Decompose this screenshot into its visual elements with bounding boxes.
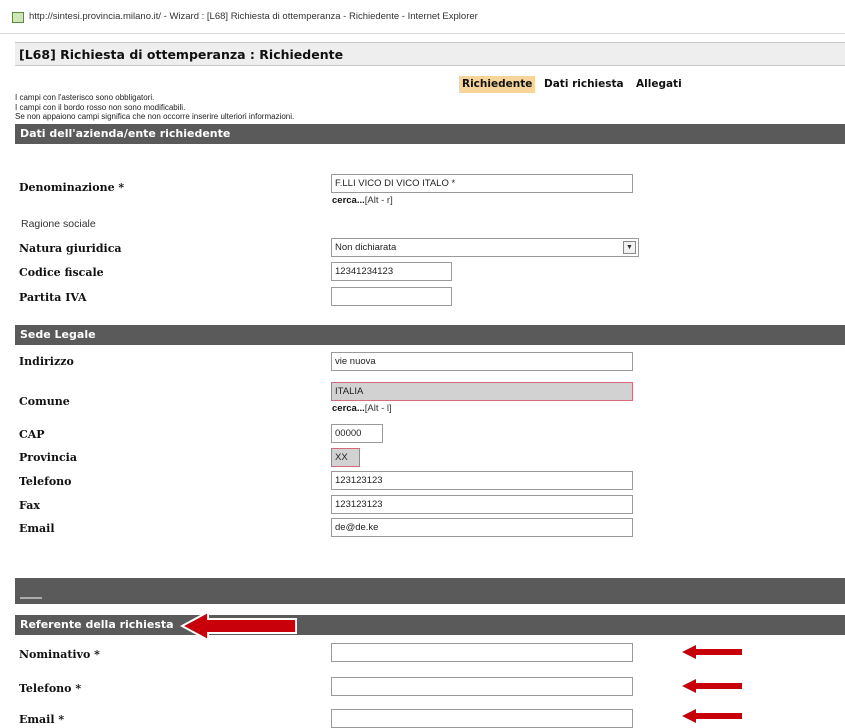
fax-input[interactable]: 123123123 <box>331 495 633 514</box>
cerca-comune: cerca...[Alt - l] <box>332 403 392 414</box>
section-header-sede-legale: Sede Legale <box>15 325 845 345</box>
label-telefono: Telefono <box>19 475 72 488</box>
label-telefono-referente: Telefono * <box>19 682 82 695</box>
cerca-shortcut: [Alt - l] <box>364 403 392 414</box>
label-ragione-sociale: Ragione sociale <box>21 218 96 230</box>
tab-dati-richiesta[interactable]: Dati richiesta <box>541 76 627 93</box>
natura-giuridica-value: Non dichiarata <box>335 242 397 253</box>
telefono-referente-input[interactable] <box>331 677 633 696</box>
label-comune: Comune <box>19 395 70 408</box>
natura-giuridica-select[interactable]: Non dichiarata ▼ <box>331 238 639 257</box>
label-partita-iva: Partita IVA <box>19 291 87 304</box>
page-icon <box>12 12 24 23</box>
arrow-left-icon <box>180 610 297 642</box>
arrow-left-icon <box>682 679 742 693</box>
section-header-referente: Referente della richiesta <box>15 615 845 635</box>
cerca-denominazione: cerca...[Alt - r] <box>332 195 393 206</box>
comune-input: ITALIA <box>331 382 633 401</box>
label-provincia: Provincia <box>19 451 77 464</box>
label-nominativo: Nominativo * <box>19 648 100 661</box>
arrow-left-icon <box>682 645 742 659</box>
label-email-referente: Email * <box>19 713 65 726</box>
label-denominazione: Denominazione * <box>19 181 125 194</box>
cerca-link[interactable]: cerca... <box>332 403 365 414</box>
telefono-input[interactable]: 123123123 <box>331 471 633 490</box>
label-fax: Fax <box>19 499 40 512</box>
page-title: [L68] Richiesta di ottemperanza : Richie… <box>19 47 344 62</box>
tab-richiedente[interactable]: Richiedente <box>459 76 536 93</box>
cerca-shortcut: [Alt - r] <box>364 195 393 206</box>
label-natura-giuridica: Natura giuridica <box>19 242 122 255</box>
window-title: http://sintesi.provincia.milano.it/ - Wi… <box>29 11 478 22</box>
browser-title-bar: http://sintesi.provincia.milano.it/ - Wi… <box>0 0 845 34</box>
chevron-down-icon[interactable]: ▼ <box>623 241 636 254</box>
cap-input[interactable]: 00000 <box>331 424 383 443</box>
indirizzo-input[interactable]: vie nuova <box>331 352 633 371</box>
note-line: Se non appaiono campi significa che non … <box>15 112 295 121</box>
instructions-notes: I campi con l'asterisco sono obbligatori… <box>15 93 435 122</box>
label-cap: CAP <box>19 428 45 441</box>
nominativo-input[interactable] <box>331 643 633 662</box>
arrow-left-icon <box>682 709 742 723</box>
section-header-azienda: Dati dell'azienda/ente richiedente <box>15 124 845 144</box>
denominazione-input[interactable]: F.LLI VICO DI VICO ITALO * <box>331 174 633 193</box>
tab-allegati[interactable]: Allegati <box>633 76 685 93</box>
label-indirizzo: Indirizzo <box>19 355 74 368</box>
codice-fiscale-input[interactable]: 12341234123 <box>331 262 452 281</box>
partita-iva-input[interactable] <box>331 287 452 306</box>
cerca-link[interactable]: cerca... <box>332 195 365 206</box>
note-line: I campi con l'asterisco sono obbligatori… <box>15 93 155 102</box>
email-referente-input[interactable] <box>331 709 633 728</box>
label-email: Email <box>19 522 55 535</box>
page-header: [L68] Richiesta di ottemperanza : Richie… <box>15 42 845 66</box>
section-header-blank: ____ <box>15 578 845 604</box>
provincia-input: XX <box>331 448 360 467</box>
label-codice-fiscale: Codice fiscale <box>19 266 104 279</box>
email-input[interactable]: de@de.ke <box>331 518 633 537</box>
note-line: I campi con il bordo rosso non sono modi… <box>15 102 186 112</box>
